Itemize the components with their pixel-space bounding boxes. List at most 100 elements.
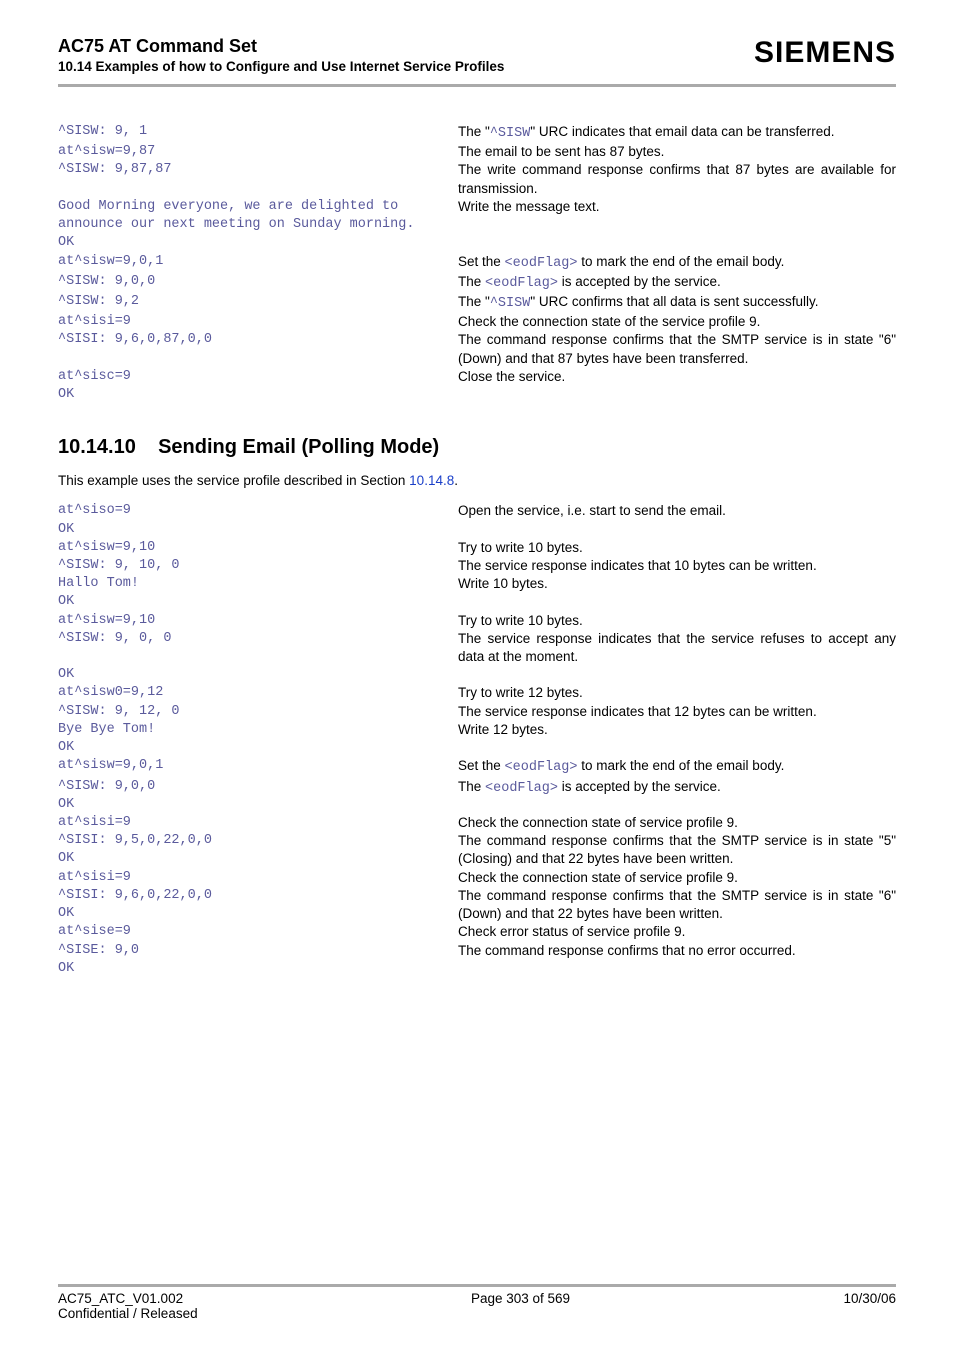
code-left: ^SISI: 9,6,0,22,0,0 OK: [58, 887, 458, 923]
code-left: at^siso=9 OK: [58, 502, 458, 538]
desc-right: The <eodFlag> is accepted by the service…: [458, 778, 896, 798]
text: .: [454, 473, 458, 488]
text: This example uses the service profile de…: [58, 473, 409, 488]
code-row: ^SISW: 9, 1 The "^SISW" URC indicates th…: [58, 123, 896, 143]
inline-code: <eodFlag>: [505, 760, 578, 775]
footer-row: AC75_ATC_V01.002 Confidential / Released…: [58, 1291, 896, 1321]
code-left: OK: [58, 960, 458, 978]
desc-right: The service response indicates that the …: [458, 630, 896, 666]
code-row: at^sisw0=9,12 Try to write 12 bytes.: [58, 684, 896, 702]
page: AC75 AT Command Set 10.14 Examples of ho…: [0, 0, 954, 1351]
inline-code: <eodFlag>: [485, 781, 558, 796]
footer-divider: [58, 1284, 896, 1287]
text: to mark the end of the email body.: [577, 254, 784, 269]
inline-code: ^SISW: [490, 296, 531, 311]
desc-right: The command response confirms that the S…: [458, 887, 896, 923]
code-row: at^sisw=9,0,1 Set the <eodFlag> to mark …: [58, 757, 896, 777]
page-header: AC75 AT Command Set 10.14 Examples of ho…: [58, 36, 896, 74]
code-row: OK: [58, 666, 896, 684]
desc-right: Close the service.: [458, 368, 896, 386]
text: Set the: [458, 254, 505, 269]
code-row: Hallo Tom! OK Write 10 bytes.: [58, 575, 896, 611]
code-row: at^sisw=9,0,1 Set the <eodFlag> to mark …: [58, 253, 896, 273]
subsection-number: 10.14.10: [58, 436, 136, 458]
code-row: at^sise=9 Check error status of service …: [58, 923, 896, 941]
code-row: ^SISW: 9, 12, 0 The service response ind…: [58, 703, 896, 721]
code-left: ^SISW: 9,0,0 OK: [58, 778, 458, 814]
code-left: Hallo Tom! OK: [58, 575, 458, 611]
code-row: at^sisw=9,10 Try to write 10 bytes.: [58, 612, 896, 630]
text: " URC indicates that email data can be t…: [530, 124, 834, 139]
code-left: ^SISW: 9, 12, 0: [58, 703, 458, 721]
code-left: ^SISW: 9,87,87: [58, 161, 458, 179]
code-left: ^SISW: 9, 1: [58, 123, 458, 141]
desc-right: The write command response confirms that…: [458, 161, 896, 197]
code-left: at^sisc=9 OK: [58, 368, 458, 404]
code-row: at^sisi=9 Check the connection state of …: [58, 814, 896, 832]
code-left: at^sisw0=9,12: [58, 684, 458, 702]
code-left: ^SISW: 9,0,0: [58, 273, 458, 291]
code-row: at^sisw=9,87 The email to be sent has 87…: [58, 143, 896, 161]
example-block-polling-mode: at^siso=9 OK Open the service, i.e. star…: [58, 502, 896, 978]
doc-title: AC75 AT Command Set: [58, 36, 504, 57]
code-row: ^SISE: 9,0 The command response confirms…: [58, 942, 896, 960]
code-left: at^sisw=9,0,1: [58, 757, 458, 775]
footer-date: 10/30/06: [843, 1291, 896, 1321]
desc-right: Check the connection state of service pr…: [458, 814, 896, 832]
code-left: at^sisi=9: [58, 313, 458, 331]
desc-right: Check the connection state of the servic…: [458, 313, 896, 331]
text: " URC confirms that all data is sent suc…: [530, 294, 818, 309]
code-row: at^sisi=9 Check the connection state of …: [58, 313, 896, 331]
code-row: ^SISW: 9,0,0 The <eodFlag> is accepted b…: [58, 273, 896, 293]
section-link[interactable]: 10.14.8: [409, 473, 454, 488]
code-row: ^SISI: 9,6,0,22,0,0 OK The command respo…: [58, 887, 896, 923]
code-row: at^siso=9 OK Open the service, i.e. star…: [58, 502, 896, 538]
code-row: ^SISW: 9, 0, 0 The service response indi…: [58, 630, 896, 666]
desc-right: Set the <eodFlag> to mark the end of the…: [458, 757, 896, 777]
code-row: Good Morning everyone, we are delighted …: [58, 198, 896, 253]
text: is accepted by the service.: [558, 779, 721, 794]
subsection-title: Sending Email (Polling Mode): [158, 436, 439, 458]
inline-code: ^SISW: [490, 126, 531, 141]
code-left: ^SISW: 9,2: [58, 293, 458, 311]
footer-version: AC75_ATC_V01.002: [58, 1291, 198, 1306]
desc-right: The service response indicates that 10 b…: [458, 557, 896, 575]
brand-logo: SIEMENS: [754, 36, 896, 70]
desc-right: Try to write 10 bytes.: [458, 612, 896, 630]
page-footer: AC75_ATC_V01.002 Confidential / Released…: [58, 1284, 896, 1321]
desc-right: Try to write 10 bytes.: [458, 539, 896, 557]
text: Set the: [458, 758, 505, 773]
code-left: ^SISI: 9,5,0,22,0,0 OK: [58, 832, 458, 868]
code-left: at^sisw=9,0,1: [58, 253, 458, 271]
desc-right: Write 12 bytes.: [458, 721, 896, 739]
desc-right: The command response confirms that the S…: [458, 832, 896, 868]
code-row: at^sisc=9 OK Close the service.: [58, 368, 896, 404]
code-left: at^sise=9: [58, 923, 458, 941]
header-left: AC75 AT Command Set 10.14 Examples of ho…: [58, 36, 504, 74]
footer-confidentiality: Confidential / Released: [58, 1306, 198, 1321]
desc-right: The "^SISW" URC confirms that all data i…: [458, 293, 896, 313]
code-left: OK: [58, 666, 458, 684]
example-block-urc-mode: ^SISW: 9, 1 The "^SISW" URC indicates th…: [58, 123, 896, 404]
code-row: ^SISW: 9,2 The "^SISW" URC confirms that…: [58, 293, 896, 313]
desc-right: Set the <eodFlag> to mark the end of the…: [458, 253, 896, 273]
desc-right: Write 10 bytes.: [458, 575, 896, 593]
code-row: at^sisw=9,10 Try to write 10 bytes.: [58, 539, 896, 557]
footer-page-number: Page 303 of 569: [471, 1291, 570, 1321]
code-row: at^sisi=9 Check the connection state of …: [58, 869, 896, 887]
desc-right: Write the message text.: [458, 198, 896, 216]
desc-right: The "^SISW" URC indicates that email dat…: [458, 123, 896, 143]
desc-right: The service response indicates that 12 b…: [458, 703, 896, 721]
code-left: at^sisi=9: [58, 814, 458, 832]
code-left: Good Morning everyone, we are delighted …: [58, 198, 458, 253]
code-row: OK: [58, 960, 896, 978]
desc-right: Try to write 12 bytes.: [458, 684, 896, 702]
desc-right: Check the connection state of service pr…: [458, 869, 896, 887]
text: The: [458, 274, 485, 289]
code-left: at^sisw=9,10: [58, 612, 458, 630]
header-divider: [58, 84, 896, 87]
code-row: ^SISW: 9,87,87 The write command respons…: [58, 161, 896, 197]
doc-section-title: 10.14 Examples of how to Configure and U…: [58, 59, 504, 74]
desc-right: The email to be sent has 87 bytes.: [458, 143, 896, 161]
code-row: Bye Bye Tom! OK Write 12 bytes.: [58, 721, 896, 757]
